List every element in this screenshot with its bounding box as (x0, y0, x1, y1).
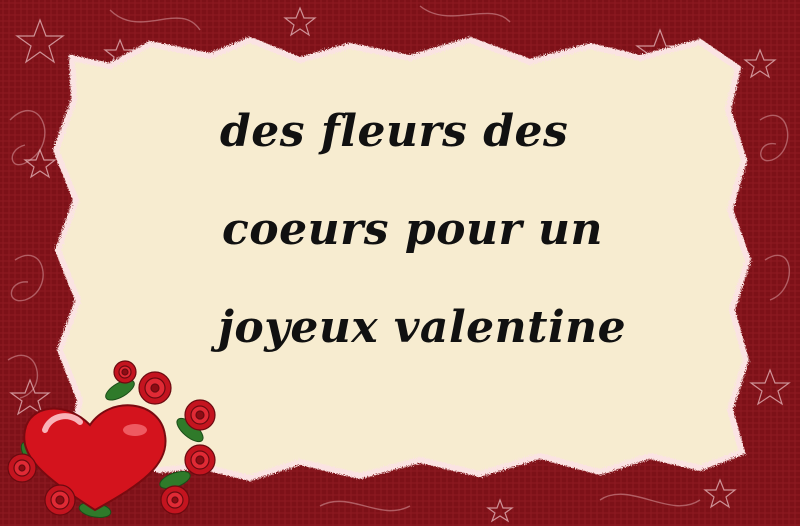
valentine-card: des fleurs des coeurs pour un joyeux val… (0, 0, 800, 526)
heart-roses-decoration (7, 360, 216, 518)
heart-icon (23, 404, 167, 512)
card-message: des fleurs des coeurs pour un joyeux val… (200, 92, 680, 386)
message-line-3: joyeux valentine (218, 302, 627, 353)
message-line-1: des fleurs des (220, 106, 569, 157)
message-line-2: coeurs pour un (222, 204, 603, 255)
